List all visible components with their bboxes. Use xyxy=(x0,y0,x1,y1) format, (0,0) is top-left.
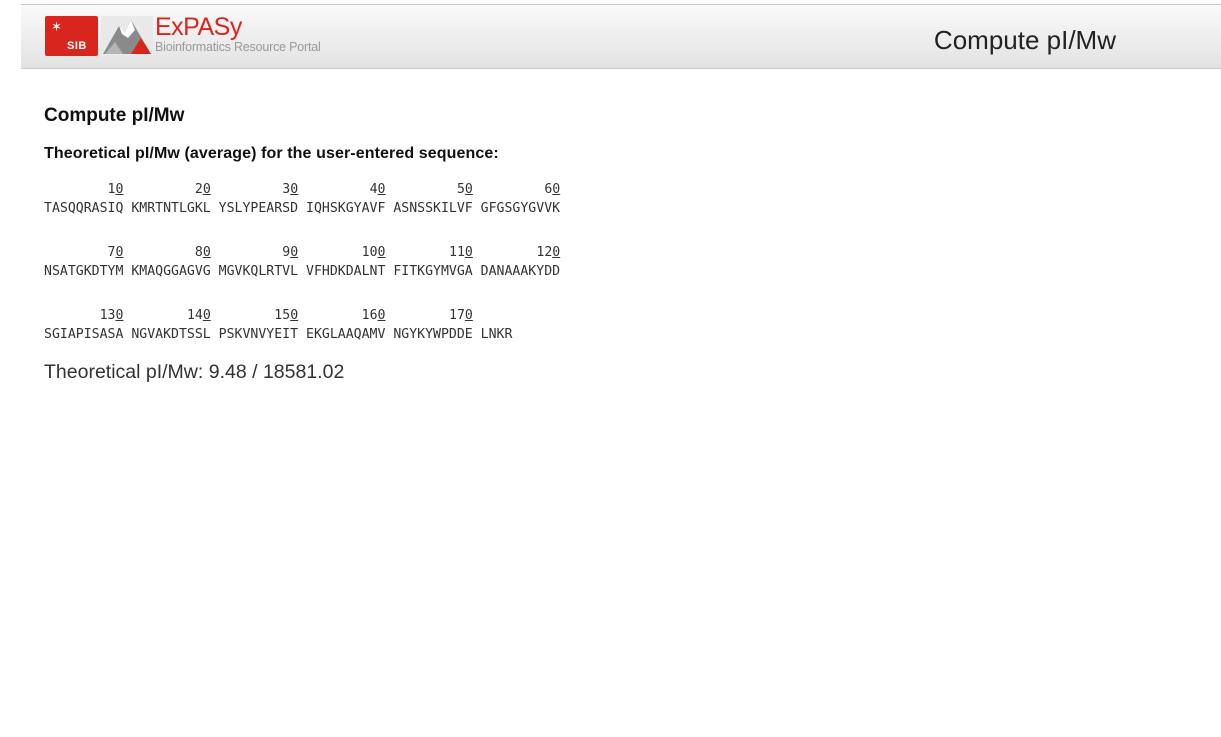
result-label: Theoretical pI/Mw: xyxy=(44,361,204,383)
page-header: ✶ SIB ExPASy Bioinformatics Resource Por… xyxy=(21,4,1221,69)
sib-logo: ✶ SIB xyxy=(45,16,98,56)
sequence-block: 130 140 150 160 170 SGIAPISASA NGVAKDTSS… xyxy=(44,306,560,344)
main-content: Compute pI/Mw Theoretical pI/Mw (average… xyxy=(44,105,560,384)
sib-star-icon: ✶ xyxy=(51,19,62,34)
pi-value: 9.48 xyxy=(208,361,247,383)
sequence-line: TASQQRASIQ KMRTNTLGKL YSLYPEARSD IQHSKGY… xyxy=(44,201,561,216)
page-title: Compute pI/Mw xyxy=(44,105,185,126)
section-subtitle: Theoretical pI/Mw (average) for the user… xyxy=(44,145,499,162)
result-line: Theoretical pI/Mw: 9.48 / 18581.02 xyxy=(44,361,345,383)
sequence-block: 10 20 30 40 50 60 TASQQRASIQ KMRTNTLGKL … xyxy=(44,180,560,218)
sequence-line: NSATGKDTYM KMAQGGAGVG MGVKQLRTVL VFHDKDA… xyxy=(44,264,561,279)
logo-tagline: Bioinformatics Resource Portal xyxy=(155,40,321,54)
sequence-line: SGIAPISASA NGVAKDTSSL PSKVNVYEIT EKGLAAQ… xyxy=(44,327,513,342)
position-ruler: 130 140 150 160 170 xyxy=(44,308,473,323)
sequence-display: 10 20 30 40 50 60 TASQQRASIQ KMRTNTLGKL … xyxy=(44,180,560,344)
sib-logo-text: SIB xyxy=(67,40,87,52)
mw-value: 18581.02 xyxy=(262,361,345,383)
sequence-block: 70 80 90 100 110 120 NSATGKDTYM KMAQGGAG… xyxy=(44,243,560,281)
position-ruler: 70 80 90 100 110 120 xyxy=(44,245,561,260)
logo-name: ExPASy xyxy=(155,13,242,41)
header-title: Compute pI/Mw xyxy=(933,25,1116,55)
matterhorn-icon xyxy=(101,16,153,56)
expasy-logo[interactable]: ✶ SIB ExPASy Bioinformatics Resource Por… xyxy=(45,13,365,56)
position-ruler: 10 20 30 40 50 60 xyxy=(44,182,561,197)
